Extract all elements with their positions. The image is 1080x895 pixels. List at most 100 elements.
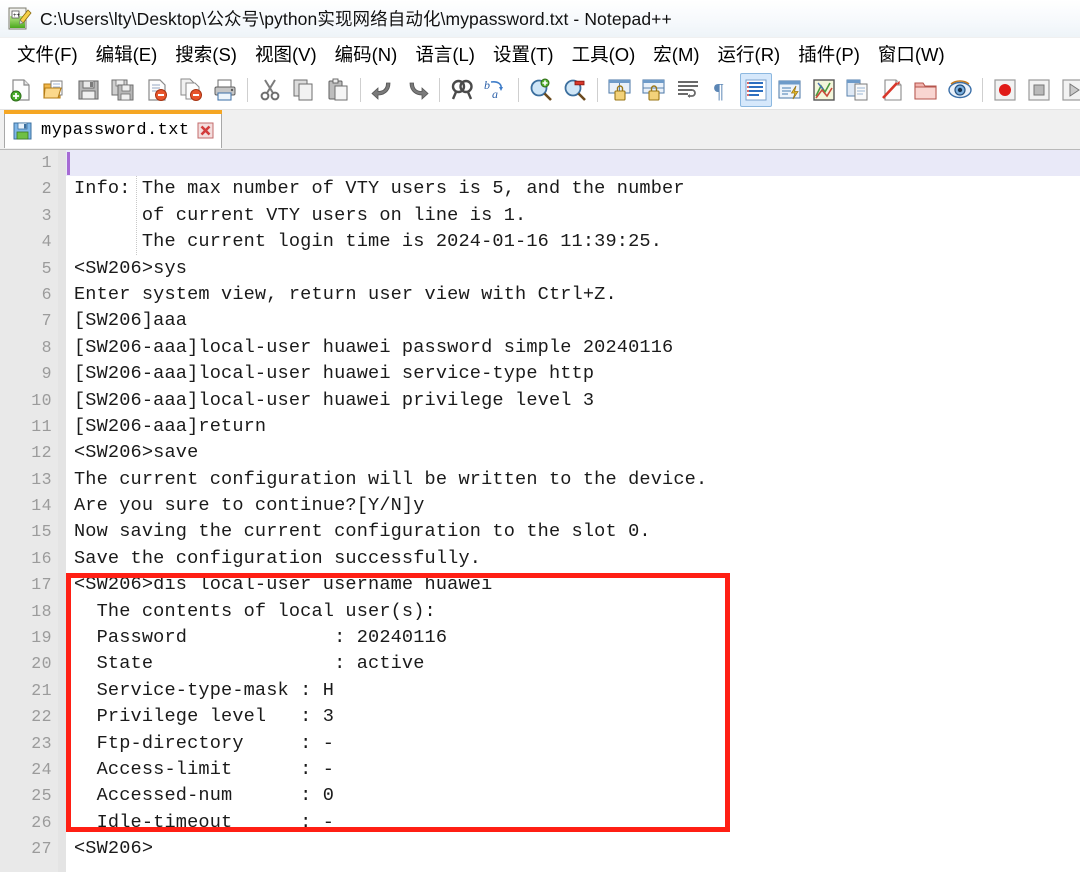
line-text: State : active (74, 653, 425, 675)
replace-icon[interactable]: b a (480, 73, 512, 107)
line-number: 5 (41, 258, 52, 278)
record-macro-icon[interactable] (989, 73, 1021, 107)
new-file-icon[interactable] (5, 73, 37, 107)
tab-label: mypassword.txt (41, 121, 190, 140)
editor-line[interactable]: 18 The contents of local user(s): (0, 599, 1080, 625)
close-file-icon[interactable] (141, 73, 173, 107)
menu-run[interactable]: 运行(R) (709, 40, 790, 68)
editor-line[interactable]: 17 <SW206>dis local-user username huawei (0, 572, 1080, 598)
monitoring-icon[interactable] (944, 73, 976, 107)
editor-line[interactable]: 4 The current login time is 2024-01-16 1… (0, 229, 1080, 255)
editor-line[interactable]: 24 Access-limit : - (0, 757, 1080, 783)
tab-mypassword-txt[interactable]: mypassword.txt (4, 110, 223, 148)
editor-area[interactable]: 1 2 Info: The max number of VTY users is… (0, 150, 1080, 895)
editor-line[interactable]: 15 Now saving the current configuration … (0, 519, 1080, 545)
save-all-icon[interactable] (107, 73, 139, 107)
menu-window[interactable]: 窗口(W) (869, 40, 954, 68)
menu-encoding[interactable]: 编码(N) (326, 40, 407, 68)
menu-edit[interactable]: 编辑(E) (87, 40, 167, 68)
line-text: Are you sure to continue?[Y/N]y (74, 495, 425, 517)
menu-language[interactable]: 语言(L) (406, 40, 484, 68)
zoom-in-icon[interactable] (525, 73, 557, 107)
editor-line[interactable]: 3 of current VTY users on line is 1. (0, 203, 1080, 229)
line-text: Now saving the current configuration to … (74, 521, 651, 543)
line-number: 26 (31, 812, 52, 832)
document-list-icon[interactable] (842, 73, 874, 107)
tab-close-icon[interactable] (196, 122, 214, 140)
editor-line[interactable]: 16 Save the configuration successfully. (0, 546, 1080, 572)
paste-icon[interactable] (322, 73, 354, 107)
copy-icon[interactable] (288, 73, 320, 107)
undo-icon[interactable] (367, 73, 399, 107)
word-wrap-icon[interactable] (672, 73, 704, 107)
zoom-out-icon[interactable] (559, 73, 591, 107)
line-text: [SW206]aaa (74, 310, 188, 332)
show-all-characters-icon[interactable]: ¶ (706, 73, 738, 107)
menu-macro[interactable]: 宏(M) (644, 40, 708, 68)
editor-line[interactable]: 7 [SW206]aaa (0, 308, 1080, 334)
close-all-files-icon[interactable] (175, 73, 207, 107)
open-file-icon[interactable] (39, 73, 71, 107)
menu-plugins[interactable]: 插件(P) (789, 40, 869, 68)
line-number: 12 (31, 443, 52, 463)
editor-line[interactable]: 13 The current configuration will be wri… (0, 467, 1080, 493)
line-number: 21 (31, 680, 52, 700)
line-text: Info: The max number of VTY users is 5, … (74, 178, 685, 200)
editor-line[interactable]: 5 <SW206>sys (0, 256, 1080, 282)
menu-tools[interactable]: 工具(O) (563, 40, 645, 68)
code-lines[interactable]: 1 2 Info: The max number of VTY users is… (0, 150, 1080, 863)
editor-line[interactable]: 19 Password : 20240116 (0, 625, 1080, 651)
line-text: Access-limit : - (74, 758, 335, 780)
editor-line[interactable]: 8 [SW206-aaa]local-user huawei password … (0, 335, 1080, 361)
find-icon[interactable] (446, 73, 478, 107)
redo-icon[interactable] (401, 73, 433, 107)
editor-line[interactable]: 26 Idle-timeout : - (0, 810, 1080, 836)
editor-line[interactable]: 9 [SW206-aaa]local-user huawei service-t… (0, 361, 1080, 387)
play-macro-icon[interactable] (1057, 73, 1080, 107)
window-title: C:\Users\lty\Desktop\公众号\python实现网络自动化\m… (40, 9, 672, 29)
line-text: of current VTY users on line is 1. (74, 204, 527, 226)
line-number: 6 (41, 284, 52, 304)
save-icon[interactable] (73, 73, 105, 107)
print-icon[interactable] (209, 73, 241, 107)
line-text: Password : 20240116 (74, 627, 448, 649)
function-list-icon[interactable] (876, 73, 908, 107)
editor-line[interactable]: 23 Ftp-directory : - (0, 731, 1080, 757)
user-defined-dialog-icon[interactable] (774, 73, 806, 107)
line-number: 2 (41, 179, 52, 199)
editor-line[interactable]: 1 (0, 150, 1080, 177)
line-number: 9 (41, 364, 52, 384)
title-bar: ++ C:\Users\lty\Desktop\公众号\python实现网络自动… (0, 0, 1080, 38)
editor-line[interactable]: 25 Accessed-num : 0 (0, 783, 1080, 809)
editor-line[interactable]: 10 [SW206-aaa]local-user huawei privileg… (0, 388, 1080, 414)
folder-as-workspace-icon[interactable] (910, 73, 942, 107)
line-number: 19 (31, 628, 52, 648)
stop-recording-icon[interactable] (1023, 73, 1055, 107)
editor-line[interactable]: 21 Service-type-mask : H (0, 678, 1080, 704)
line-text: Enter system view, return user view with… (74, 283, 617, 305)
saved-floppy-icon (13, 121, 33, 141)
editor-line[interactable]: 14 Are you sure to continue?[Y/N]y (0, 493, 1080, 519)
menu-view[interactable]: 视图(V) (246, 40, 326, 68)
line-number: 7 (41, 311, 52, 331)
cut-icon[interactable] (254, 73, 286, 107)
sync-vertical-scrolling-icon[interactable] (604, 73, 636, 107)
svg-text:b: b (484, 78, 490, 92)
indent-guideline-icon[interactable] (740, 72, 772, 107)
menu-file[interactable]: 文件(F) (8, 40, 87, 68)
line-number: 17 (31, 575, 52, 595)
editor-line[interactable]: 2 Info: The max number of VTY users is 5… (0, 176, 1080, 202)
editor-line[interactable]: 27 <SW206> (0, 836, 1080, 862)
editor-line[interactable]: 6 Enter system view, return user view wi… (0, 282, 1080, 308)
menu-search[interactable]: 搜索(S) (166, 40, 246, 68)
document-map-icon[interactable] (808, 73, 840, 107)
editor-line[interactable]: 22 Privilege level : 3 (0, 704, 1080, 730)
menu-settings[interactable]: 设置(T) (484, 40, 563, 68)
editor-line[interactable]: 12 <SW206>save (0, 440, 1080, 466)
line-number: 15 (31, 522, 52, 542)
editor-line[interactable]: 20 State : active (0, 651, 1080, 677)
editor-line[interactable]: 11 [SW206-aaa]return (0, 414, 1080, 440)
line-text: The current configuration will be writte… (74, 468, 708, 490)
toolbar-separator (982, 77, 983, 102)
sync-horizontal-scrolling-icon[interactable] (638, 73, 670, 107)
